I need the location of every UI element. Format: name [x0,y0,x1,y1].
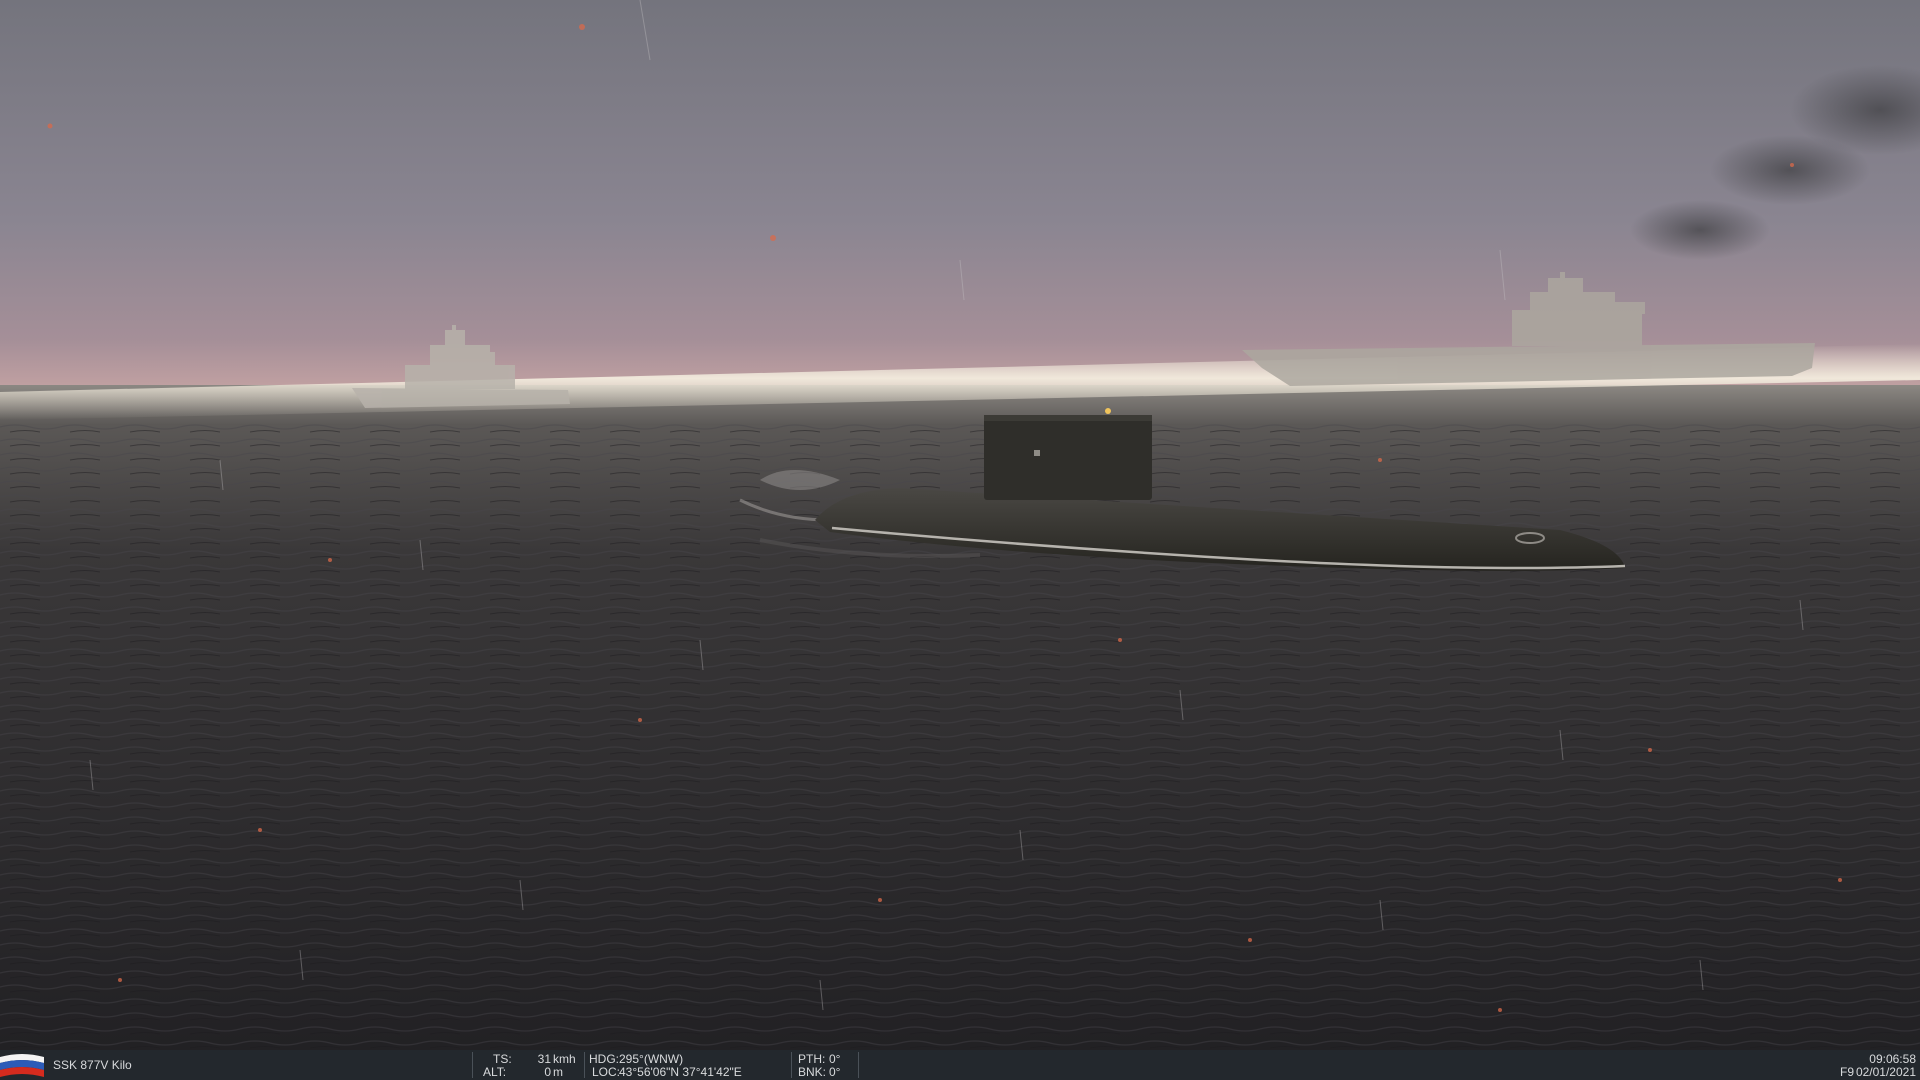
unit-name: SSK 877V Kilo [53,1058,132,1072]
bnk-value: 0° [829,1065,841,1079]
date-display: 02/01/2021 [1855,1065,1916,1079]
alt-unit: m [553,1065,563,1079]
time-date-section: 09:06:58 F9 02/01/2021 [1756,1050,1916,1080]
alt-label: ALT: [483,1065,507,1079]
unit-section: SSK 877V Kilo [0,1050,470,1080]
flag-russia-icon [0,1054,44,1077]
loc-label: LOC: [592,1065,621,1079]
speed-altitude-section: TS: 31 kmh ALT: 0 m [473,1050,583,1080]
pitch-bank-section: PTH: 0° BNK: 0° [792,1050,857,1080]
status-bar: SSK 877V Kilo TS: 31 kmh ALT: 0 m HDG: 2… [0,1050,1920,1080]
heading-location-section: HDG: 295°(WNW) LOC: 43°56'06"N 37°41'42"… [585,1050,790,1080]
alt-value: 0 [544,1065,551,1079]
fkey-indicator: F9 [1839,1065,1854,1079]
bnk-label: BNK: [798,1065,827,1079]
ocean-scene [0,0,1920,1050]
loc-value: 43°56'06"N 37°41'42"E [619,1065,742,1079]
game-viewport[interactable] [0,0,1920,1050]
